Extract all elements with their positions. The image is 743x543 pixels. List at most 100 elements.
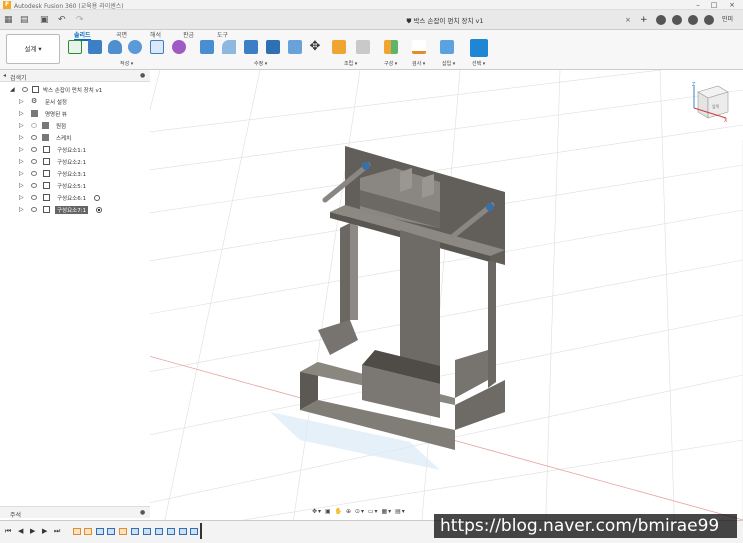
press-pull-icon[interactable]	[200, 40, 214, 54]
display-settings-icon[interactable]: ▭▾	[368, 508, 379, 515]
collapse-browser-icon[interactable]: ◂	[3, 72, 6, 79]
visibility-eye-icon[interactable]	[31, 183, 37, 188]
step-forward-icon[interactable]: ▶	[42, 527, 47, 535]
fit-icon[interactable]: ⊙▾	[355, 508, 365, 515]
save-icon[interactable]: ▣	[40, 15, 50, 25]
timeline-feature-icon[interactable]	[73, 528, 81, 535]
extensions-icon[interactable]	[656, 15, 666, 25]
extrude-icon[interactable]	[88, 40, 102, 54]
expand-arrow-icon[interactable]: ▷	[19, 170, 24, 177]
tree-item-component3[interactable]: ▷ 구성요소3:1	[0, 168, 150, 180]
close-tab-icon[interactable]: ×	[625, 16, 631, 24]
orbit-icon[interactable]: ✥▾	[312, 508, 322, 515]
visibility-eye-icon[interactable]	[31, 147, 37, 152]
new-sketch-icon[interactable]	[68, 40, 82, 54]
viewport-canvas[interactable]	[150, 70, 743, 520]
tree-item-component1[interactable]: ▷ 구성요소1:1	[0, 144, 150, 156]
minimize-button[interactable]: –	[690, 0, 706, 10]
tree-item-component5[interactable]: ▷ 구성요소5:1	[0, 180, 150, 192]
go-to-start-icon[interactable]: ⏮	[5, 527, 11, 536]
measure-icon[interactable]	[412, 40, 426, 54]
new-component-icon[interactable]	[332, 40, 346, 54]
tree-item-named-views[interactable]: ▷ 명명된 뷰	[0, 108, 150, 120]
visibility-eye-icon[interactable]	[31, 171, 37, 176]
comments-pin-icon[interactable]: ●	[140, 509, 145, 516]
timeline-feature-icon[interactable]	[96, 528, 104, 535]
loft-icon[interactable]	[150, 40, 164, 54]
viewports-icon[interactable]: ▤▾	[395, 508, 406, 515]
workspace-switcher[interactable]: 설계 ▾	[6, 34, 60, 64]
new-tab-icon[interactable]: +	[640, 15, 650, 25]
go-to-end-icon[interactable]: ⏭	[54, 527, 60, 536]
visibility-eye-icon[interactable]	[22, 87, 28, 92]
play-icon[interactable]: ▶	[30, 527, 35, 535]
data-panel-icon[interactable]: ▦	[4, 15, 14, 25]
revolve-icon[interactable]	[108, 40, 122, 54]
tree-item-document-settings[interactable]: ▷ ⚙ 문서 설정	[0, 96, 150, 108]
undo-icon[interactable]: ↶	[58, 15, 68, 25]
timeline-feature-icon[interactable]	[131, 528, 139, 535]
look-at-icon[interactable]: ▣	[325, 508, 332, 515]
fillet-icon[interactable]	[222, 40, 236, 54]
visibility-eye-icon[interactable]	[31, 207, 37, 212]
expand-arrow-icon[interactable]: ▷	[19, 134, 24, 141]
group-inspect[interactable]: 검사 ▾	[412, 60, 425, 67]
timeline-feature-icon[interactable]	[143, 528, 151, 535]
tree-item-sketches[interactable]: ▷ 스케치	[0, 132, 150, 144]
expand-arrow-icon[interactable]: ▷	[19, 182, 24, 189]
offset-plane-icon[interactable]	[384, 40, 398, 54]
tab-mesh[interactable]: 해석	[150, 30, 161, 39]
tab-tools[interactable]: 도구	[217, 30, 228, 39]
group-modify[interactable]: 수정 ▾	[254, 60, 267, 67]
insert-image-icon[interactable]	[440, 40, 454, 54]
group-create[interactable]: 작성 ▾	[120, 60, 133, 67]
timeline-feature-icon[interactable]	[155, 528, 163, 535]
timeline-marker[interactable]	[200, 523, 202, 539]
help-icon[interactable]	[704, 15, 714, 25]
expand-arrow-icon[interactable]: ▷	[19, 206, 24, 213]
step-back-icon[interactable]: ◀	[18, 527, 23, 535]
shell-icon[interactable]	[244, 40, 258, 54]
group-assemble[interactable]: 조립 ▾	[344, 60, 357, 67]
expand-arrow-icon[interactable]: ▷	[19, 98, 24, 105]
timeline-feature-icon[interactable]	[190, 528, 198, 535]
activate-radio-icon[interactable]	[94, 195, 100, 201]
expand-arrow-icon[interactable]: ▷	[19, 110, 24, 117]
create-form-icon[interactable]	[172, 40, 186, 54]
group-construct[interactable]: 구성 ▾	[384, 60, 397, 67]
combine-icon[interactable]	[266, 40, 280, 54]
group-select[interactable]: 선택 ▾	[472, 60, 485, 67]
timeline-feature-icon[interactable]	[167, 528, 175, 535]
tab-document[interactable]: ⛊ 박스 손잡이 펀치 장치 v1	[250, 14, 640, 28]
select-icon[interactable]	[470, 39, 488, 57]
expand-arrow-icon[interactable]: ▷	[19, 194, 24, 201]
pan-icon[interactable]: ✋	[335, 508, 343, 515]
close-window-button[interactable]: ×	[724, 0, 740, 10]
visibility-eye-icon[interactable]	[31, 159, 37, 164]
zoom-icon[interactable]: ⊕	[346, 508, 352, 515]
visibility-eye-icon[interactable]	[31, 195, 37, 200]
tree-item-component2[interactable]: ▷ 구성요소2:1	[0, 156, 150, 168]
tree-item-component6[interactable]: ▷ 구성요소6:1	[0, 192, 150, 204]
tab-surface[interactable]: 곡면	[116, 30, 127, 39]
browser-pin-icon[interactable]: ●	[140, 72, 145, 79]
viewcube-widget[interactable]: Z X 앞쪽	[688, 78, 734, 124]
expand-arrow-icon[interactable]: ◢	[10, 86, 15, 93]
sweep-icon[interactable]	[128, 40, 142, 54]
tree-item-origin[interactable]: ▷ 원점	[0, 120, 150, 132]
group-insert[interactable]: 삽입 ▾	[442, 60, 455, 67]
split-body-icon[interactable]	[288, 40, 302, 54]
joint-icon[interactable]	[356, 40, 370, 54]
tab-sheetmetal[interactable]: 판금	[183, 30, 194, 39]
timeline-feature-icon[interactable]	[84, 528, 92, 535]
tree-item-root[interactable]: ◢ 박스 손잡이 펀치 장치 v1	[0, 84, 150, 96]
notifications-icon[interactable]	[688, 15, 698, 25]
expand-arrow-icon[interactable]: ▷	[19, 146, 24, 153]
expand-arrow-icon[interactable]: ▷	[19, 158, 24, 165]
visibility-eye-icon[interactable]	[31, 135, 37, 140]
profile-button[interactable]: 민미	[722, 15, 742, 25]
file-menu-icon[interactable]: ▤	[20, 15, 30, 25]
visibility-eye-icon[interactable]	[31, 123, 37, 128]
job-status-icon[interactable]	[672, 15, 682, 25]
tree-item-component7[interactable]: ▷ 구성요소7:1	[0, 204, 150, 216]
